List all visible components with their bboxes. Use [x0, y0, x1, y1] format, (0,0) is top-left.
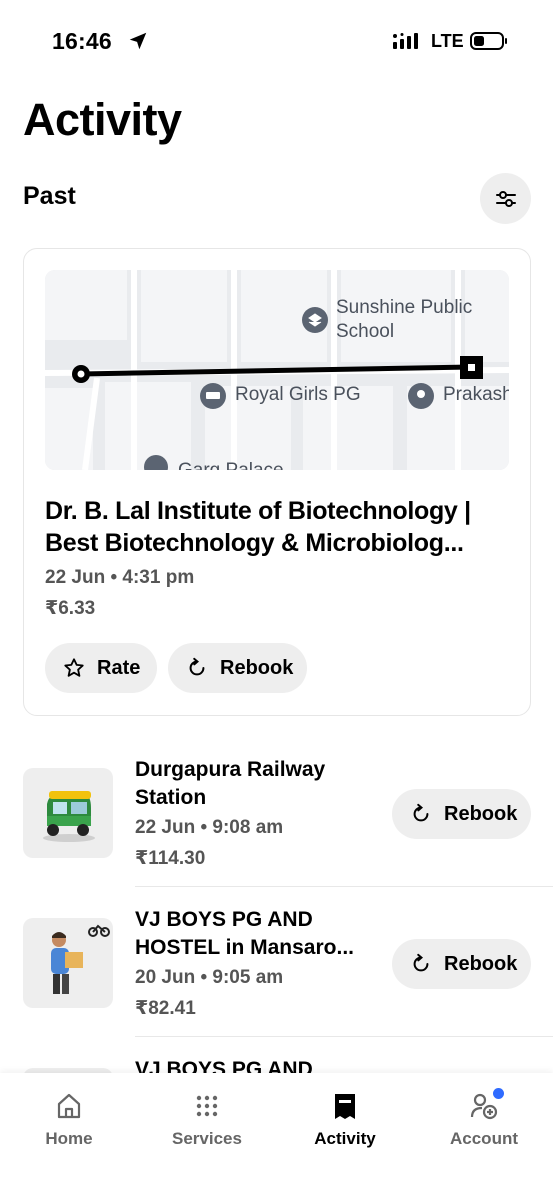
page-title: Activity — [23, 94, 182, 145]
rebook-label: Rebook — [444, 952, 518, 975]
trip-date: 22 Jun • 9:08 am — [135, 817, 284, 838]
map-label: Garg Palace — [178, 460, 284, 470]
star-icon — [64, 658, 84, 677]
signal-icon — [393, 33, 418, 49]
trip-price: ₹114.30 — [135, 848, 206, 869]
delivery-person-image — [23, 918, 113, 1008]
tab-activity[interactable]: Activity — [285, 1091, 405, 1149]
network-type: LTE — [431, 31, 464, 51]
rebook-button[interactable]: Rebook — [168, 643, 307, 693]
battery-icon — [470, 32, 507, 50]
trip-destination: Dr. B. Lal Institute of Biotechnology | … — [45, 497, 471, 557]
tab-bar: Home Services Activity Account — [0, 1073, 553, 1200]
tab-activity-label: Activity — [314, 1129, 376, 1148]
trip-date: 22 Jun • 4:31 pm — [45, 567, 195, 588]
tab-account-label: Account — [450, 1129, 518, 1148]
tab-account[interactable]: Account — [424, 1091, 544, 1149]
tab-home[interactable]: Home — [9, 1091, 129, 1149]
tab-services[interactable]: Services — [147, 1091, 267, 1149]
sliders-icon — [495, 190, 516, 207]
tab-services-label: Services — [172, 1129, 242, 1148]
rate-button[interactable]: Rate — [45, 643, 157, 693]
rebook-icon — [413, 953, 429, 972]
status-time: 16:46 — [52, 28, 112, 54]
receipt-icon — [335, 1094, 355, 1119]
rebook-label: Rebook — [220, 656, 294, 679]
trip-destination: VJ BOYS PG AND HOSTEL in Mansaro... — [135, 908, 354, 959]
trip-price: ₹6.33 — [45, 598, 96, 619]
map-label: Prakash — [443, 384, 509, 405]
location-arrow-icon — [129, 32, 147, 50]
trip-date: 20 Jun • 9:05 am — [135, 967, 284, 988]
auto-rickshaw-image — [23, 768, 113, 858]
map-label: School — [336, 321, 395, 342]
map-label: Royal Girls PG — [235, 384, 361, 405]
rebook-button[interactable]: Rebook — [392, 789, 531, 839]
home-icon — [57, 1093, 81, 1119]
list-item[interactable]: VJ BOYS PG AND HOSTEL in Mansaro... 20 J… — [0, 904, 553, 1034]
rebook-icon — [413, 803, 429, 822]
rebook-button[interactable]: Rebook — [392, 939, 531, 989]
rebook-label: Rebook — [444, 802, 518, 825]
rate-label: Rate — [97, 656, 141, 679]
status-bar: 16:46 LTE — [0, 0, 553, 84]
tab-home-label: Home — [45, 1129, 93, 1148]
rebook-icon — [189, 657, 205, 676]
grid-icon — [196, 1095, 218, 1117]
trip-destination: Durgapura Railway Station — [135, 758, 326, 809]
trip-price: ₹82.41 — [135, 998, 196, 1019]
divider — [135, 886, 553, 887]
section-title-past: Past — [23, 182, 76, 210]
trip-map: Sunshine Public School Royal Girls PG Pr… — [45, 270, 509, 470]
filter-button[interactable] — [480, 173, 531, 224]
list-item[interactable]: Durgapura Railway Station 22 Jun • 9:08 … — [0, 754, 553, 884]
divider — [135, 1036, 553, 1037]
map-label: Sunshine Public — [336, 297, 473, 318]
featured-trip-card[interactable]: Sunshine Public School Royal Girls PG Pr… — [23, 248, 531, 716]
notification-dot — [493, 1088, 504, 1099]
